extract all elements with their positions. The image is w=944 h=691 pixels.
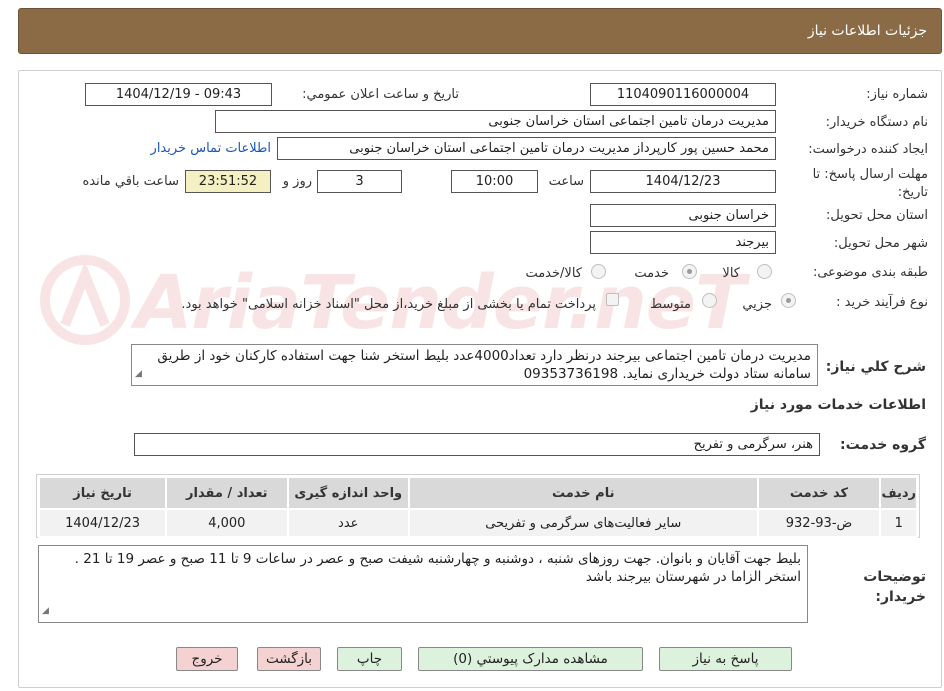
col-quantity: تعداد / مقدار (165, 476, 289, 510)
process-small-radio[interactable] (781, 293, 796, 308)
announce-label: تاریخ و ساعت اعلان عمومي: (302, 87, 459, 102)
col-service-code: کد خدمت (756, 476, 882, 510)
requester-label: ايجاد کننده درخواست: (808, 142, 928, 157)
category-goods-radio[interactable] (757, 264, 772, 279)
service-group-label: گروه خدمت: (840, 437, 926, 453)
deadline-label: مهلت ارسال پاسخ: تا تاریخ: (812, 167, 928, 200)
buyer-notes-label: توضيحات خريدار: (863, 569, 926, 605)
back-button[interactable]: بازگشت (257, 647, 321, 671)
city-field: بیرجند (590, 231, 776, 254)
description-textarea[interactable]: مدیریت درمان تامین اجتماعی بیرجند درنظر … (131, 344, 818, 386)
services-table: رديف کد خدمت نام خدمت واحد اندازه گيری ت… (37, 476, 918, 538)
buyer-notes-text: بلیط جهت آقایان و بانوان. جهت روزهای شنب… (74, 551, 801, 585)
cell-row-number: 1 (879, 508, 918, 538)
province-label: استان محل تحويل: (826, 208, 928, 223)
process-medium-radio[interactable] (702, 293, 717, 308)
deadline-time-field: 10:00 (451, 170, 538, 193)
table-row: 1 ض-93-932 سایر فعالیت‌های سرگرمی و تفری… (37, 508, 918, 538)
col-row-number: رديف (879, 476, 918, 510)
category-option-goods: کالا (722, 266, 740, 281)
category-both-radio[interactable] (591, 264, 606, 279)
need-number-field: 1104090116000004 (590, 83, 776, 106)
view-documents-button[interactable]: مشاهده مدارک پيوستي (0) (418, 647, 643, 671)
remaining-time-label: ساعت باقي مانده (82, 174, 179, 189)
category-label: طبقه بندی موضوعی: (812, 265, 928, 280)
remaining-time-field: 23:51:52 (185, 170, 271, 193)
page-header: جزئیات اطلاعات نیاز (18, 8, 942, 54)
page-title: جزئیات اطلاعات نیاز (807, 23, 927, 39)
cell-unit: عدد (286, 508, 410, 538)
deadline-date-field: 1404/12/23 (590, 170, 776, 193)
cell-service-name: سایر فعالیت‌های سرگرمی و تفریحی (407, 508, 759, 538)
category-service-radio[interactable] (682, 264, 697, 279)
contact-buyer-link[interactable]: اطلاعات تماس خريدار (151, 141, 271, 156)
buyer-notes-textarea[interactable]: بلیط جهت آقایان و بانوان. جهت روزهای شنب… (38, 545, 808, 623)
payment-treasury-checkbox[interactable] (606, 293, 619, 306)
buyer-org-field: مدیریت درمان تامین اجتماعی استان خراسان … (215, 110, 776, 133)
process-option-medium: متوسط (650, 297, 691, 312)
category-option-service: خدمت (634, 266, 669, 281)
city-label: شهر محل تحويل: (833, 236, 928, 251)
cell-need-date: 1404/12/23 (37, 508, 168, 538)
resize-handle-icon[interactable]: ◢ (42, 602, 49, 620)
resize-handle-icon[interactable]: ◢ (135, 365, 142, 383)
requester-field: محمد حسین پور کارپرداز مدیریت درمان تامی… (277, 137, 776, 160)
payment-note: پرداخت تمام یا بخشی از مبلغ خرید،از محل … (181, 297, 596, 312)
deadline-time-label: ساعت (548, 174, 584, 189)
province-field: خراسان جنوبی (590, 204, 776, 227)
service-group-field: هنر، سرگرمی و تفریح (134, 433, 820, 456)
table-header-row: رديف کد خدمت نام خدمت واحد اندازه گيری ت… (37, 476, 918, 510)
col-need-date: تاريخ نياز (37, 476, 168, 510)
need-number-label: شماره نیاز: (866, 87, 928, 102)
process-option-small: جزيي (742, 297, 772, 312)
print-button[interactable]: چاپ (337, 647, 402, 671)
reply-button[interactable]: پاسخ به نياز (659, 647, 792, 671)
col-unit: واحد اندازه گيری (286, 476, 410, 510)
cell-quantity: 4,000 (165, 508, 289, 538)
buyer-org-label: نام دستگاه خريدار: (825, 115, 928, 130)
exit-button[interactable]: خروج (176, 647, 238, 671)
announce-field: 1404/12/19 - 09:43 (85, 83, 272, 106)
process-label: نوع فرآيند خريد : (836, 295, 928, 310)
cell-service-code: ض-93-932 (756, 508, 882, 538)
days-field: 3 (317, 170, 402, 193)
services-section-title: اطلاعات خدمات مورد نياز (750, 397, 926, 413)
category-option-both: کالا/خدمت (525, 266, 582, 281)
description-text: مدیریت درمان تامین اجتماعی بیرجند درنظر … (157, 348, 811, 382)
days-label: روز و (282, 174, 312, 189)
col-service-name: نام خدمت (407, 476, 759, 510)
description-label: شرح کلي نياز: (825, 359, 926, 375)
